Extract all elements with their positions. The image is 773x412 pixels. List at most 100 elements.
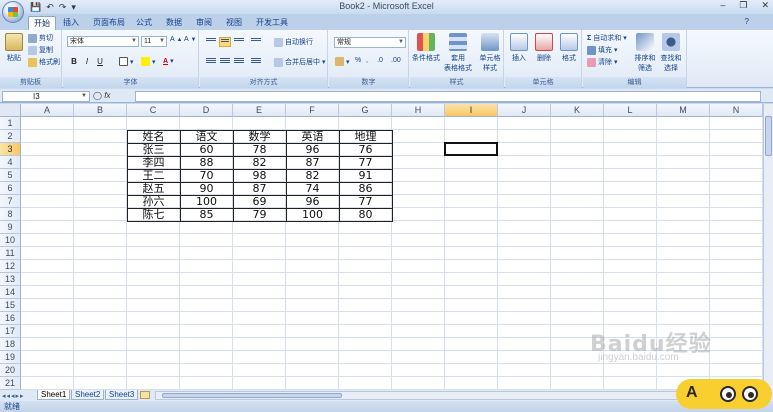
- table-cell[interactable]: 88: [180, 156, 233, 169]
- align-bottom-icon[interactable]: [233, 37, 245, 47]
- tab-view[interactable]: 视图: [221, 16, 247, 30]
- insert-cells-button[interactable]: 插入: [508, 33, 530, 63]
- help-icon[interactable]: ?: [745, 17, 749, 26]
- close-icon[interactable]: ✕: [761, 0, 769, 11]
- currency-button[interactable]: ▾: [335, 57, 350, 66]
- table-cell[interactable]: 陈七: [127, 208, 180, 221]
- table-cell[interactable]: 78: [233, 143, 286, 156]
- percent-button[interactable]: %: [355, 57, 361, 64]
- table-cell[interactable]: 李四: [127, 156, 180, 169]
- italic-button[interactable]: I: [81, 56, 93, 67]
- sheet-nav-arrows[interactable]: ◂◂◂▸▸: [2, 392, 25, 400]
- restore-icon[interactable]: ❐: [739, 0, 747, 11]
- align-right-icon[interactable]: [233, 57, 245, 67]
- tab-formulas[interactable]: 公式: [131, 16, 157, 30]
- table-cell[interactable]: 91: [339, 169, 392, 182]
- fill-color-button[interactable]: ▾: [141, 57, 156, 66]
- table-cell[interactable]: 74: [286, 182, 339, 195]
- find-select-button[interactable]: 查找和 选择: [659, 33, 683, 73]
- paste-button[interactable]: 粘贴: [4, 33, 24, 63]
- insert-sheet-icon[interactable]: [140, 391, 150, 399]
- table-cell[interactable]: 80: [339, 208, 392, 221]
- table-cell[interactable]: 79: [233, 208, 286, 221]
- sheet-tab-2[interactable]: Sheet2: [71, 390, 105, 400]
- table-cell[interactable]: 85: [180, 208, 233, 221]
- cut-button[interactable]: 剪切: [28, 33, 53, 43]
- table-header-cell[interactable]: 数学: [233, 130, 286, 143]
- delete-cells-button[interactable]: 删除: [533, 33, 555, 63]
- cell-styles-button[interactable]: 单元格 样式: [476, 33, 504, 73]
- comma-button[interactable]: ,: [366, 57, 368, 64]
- tab-review[interactable]: 审阅: [191, 16, 217, 30]
- align-center-icon[interactable]: [219, 57, 231, 67]
- table-cell[interactable]: 77: [339, 195, 392, 208]
- indent-icon[interactable]: [250, 57, 262, 67]
- align-top-icon[interactable]: [205, 37, 217, 47]
- number-format-select[interactable]: 常规 ▼: [334, 37, 406, 48]
- shrink-font-button[interactable]: A ▼: [184, 36, 196, 43]
- tab-developer[interactable]: 开发工具: [251, 16, 293, 30]
- name-box[interactable]: I3 ▼: [2, 91, 90, 102]
- decrease-decimal-icon[interactable]: .00: [391, 57, 401, 64]
- horizontal-scroll-thumb[interactable]: [162, 393, 342, 398]
- formula-input[interactable]: [135, 91, 761, 102]
- tab-insert[interactable]: 插入: [58, 16, 84, 30]
- grow-font-button[interactable]: A ▲: [170, 36, 182, 43]
- table-cell[interactable]: 86: [339, 182, 392, 195]
- borders-button[interactable]: ▾: [119, 57, 134, 66]
- tab-page-layout[interactable]: 页面布局: [88, 16, 130, 30]
- table-cell[interactable]: 100: [180, 195, 233, 208]
- sheet-tab-1[interactable]: Sheet1: [37, 390, 71, 400]
- sort-filter-button[interactable]: 排序和 筛选: [633, 33, 657, 73]
- table-cell[interactable]: 90: [180, 182, 233, 195]
- font-color-button[interactable]: A ▾: [163, 57, 174, 66]
- table-cell[interactable]: 76: [339, 143, 392, 156]
- orientation-icon[interactable]: [250, 37, 262, 47]
- align-middle-icon[interactable]: [219, 37, 231, 47]
- format-cells-button[interactable]: 格式: [558, 33, 580, 63]
- merge-center-button[interactable]: 合并后居中 ▾: [274, 57, 326, 67]
- vertical-scroll-thumb[interactable]: [765, 116, 772, 156]
- table-cell[interactable]: 96: [286, 195, 339, 208]
- bold-button[interactable]: B: [68, 56, 80, 67]
- table-cell[interactable]: 100: [286, 208, 339, 221]
- clear-button[interactable]: 清除 ▾: [587, 57, 618, 67]
- table-cell[interactable]: 96: [286, 143, 339, 156]
- wrap-text-button[interactable]: 自动换行: [274, 37, 313, 47]
- table-cell[interactable]: 77: [339, 156, 392, 169]
- table-cell[interactable]: 70: [180, 169, 233, 182]
- font-size-select[interactable]: 11 ▼: [141, 36, 167, 47]
- tab-home[interactable]: 开始: [28, 16, 56, 30]
- copy-button[interactable]: 复制: [28, 45, 53, 55]
- fill-button[interactable]: 填充 ▾: [587, 45, 618, 55]
- minimize-icon[interactable]: –: [720, 0, 725, 11]
- sheet-tab-3[interactable]: Sheet3: [105, 390, 139, 400]
- table-header-cell[interactable]: 语文: [180, 130, 233, 143]
- format-painter-button[interactable]: 格式刷: [28, 57, 60, 67]
- increase-decimal-icon[interactable]: .0: [377, 57, 383, 64]
- table-cell[interactable]: 87: [233, 182, 286, 195]
- table-cell[interactable]: 82: [233, 156, 286, 169]
- horizontal-scrollbar[interactable]: [155, 391, 685, 400]
- vertical-scrollbar[interactable]: [763, 104, 773, 390]
- table-header-cell[interactable]: 地理: [339, 130, 392, 143]
- table-header-cell[interactable]: 英语: [286, 130, 339, 143]
- conditional-format-button[interactable]: 条件格式: [412, 33, 440, 63]
- table-cell[interactable]: 98: [233, 169, 286, 182]
- table-cell[interactable]: 69: [233, 195, 286, 208]
- active-cell-i3[interactable]: [444, 142, 498, 156]
- table-cell[interactable]: 赵五: [127, 182, 180, 195]
- table-cell[interactable]: 82: [286, 169, 339, 182]
- autosum-button[interactable]: Σ 自动求和 ▾: [587, 33, 627, 43]
- fx-icon[interactable]: ◯ fx: [93, 91, 133, 102]
- table-header-cell[interactable]: 姓名: [127, 130, 180, 143]
- table-cell[interactable]: 王二: [127, 169, 180, 182]
- office-button[interactable]: [2, 1, 24, 23]
- table-cell[interactable]: 孙六: [127, 195, 180, 208]
- tab-data[interactable]: 数据: [161, 16, 187, 30]
- align-left-icon[interactable]: [205, 57, 217, 67]
- format-as-table-button[interactable]: 套用 表格格式: [444, 33, 472, 73]
- table-cell[interactable]: 87: [286, 156, 339, 169]
- underline-button[interactable]: U: [94, 56, 106, 67]
- font-name-select[interactable]: 宋体 ▼: [67, 36, 139, 47]
